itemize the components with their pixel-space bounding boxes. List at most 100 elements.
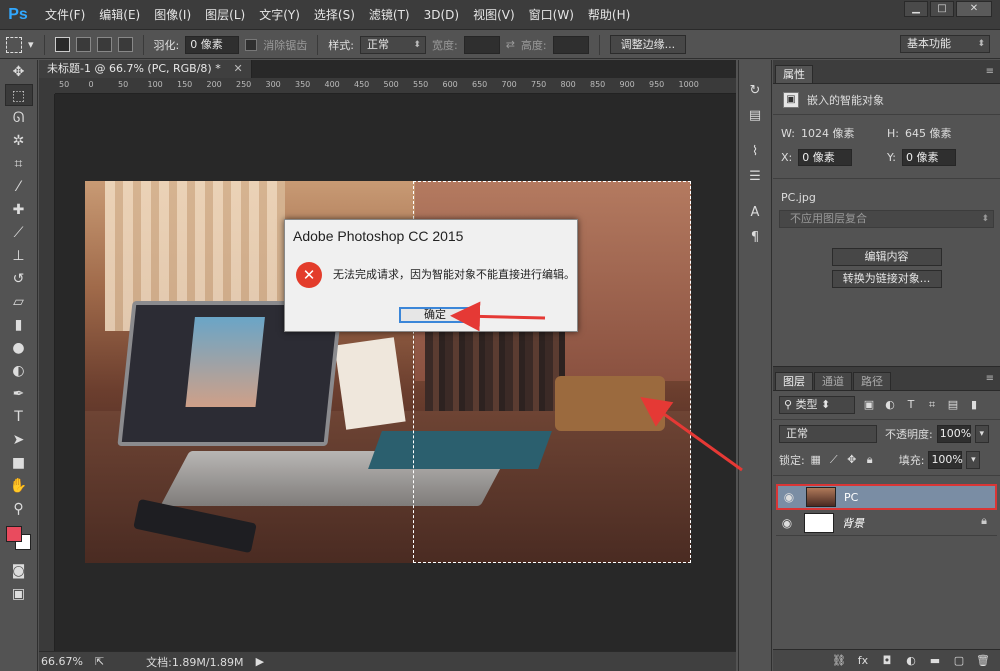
filter-smart-object-icon[interactable]: ▤ — [946, 398, 960, 412]
pen-tool-icon[interactable]: ✒ — [5, 383, 33, 405]
brushes-panel-icon[interactable]: ⌇ — [743, 141, 767, 163]
paragraph-panel-icon[interactable]: ¶ — [743, 227, 767, 249]
path-selection-tool-icon[interactable]: ➤ — [5, 429, 33, 451]
layer-comp-dropdown[interactable]: 不应用图层复合 — [779, 210, 994, 228]
dodge-tool-icon[interactable]: ◐ — [5, 360, 33, 382]
foreground-color-swatch[interactable] — [5, 526, 22, 542]
menu-3d[interactable]: 3D(D) — [417, 0, 466, 30]
minimize-icon[interactable]: ▁ — [904, 1, 928, 17]
healing-brush-tool-icon[interactable]: ✚ — [5, 199, 33, 221]
workspace-dropdown[interactable]: 基本功能 — [900, 35, 990, 53]
ok-button[interactable]: 确定 — [399, 307, 471, 323]
menu-filter[interactable]: 滤镜(T) — [362, 0, 417, 30]
width-input[interactable] — [463, 35, 500, 54]
delete-layer-icon[interactable]: 🗑︎ — [976, 654, 990, 668]
tab-layers[interactable]: 图层 — [775, 372, 813, 390]
blur-tool-icon[interactable]: ● — [5, 337, 33, 359]
filter-shape-icon[interactable]: ⌗ — [925, 398, 939, 412]
document-tab[interactable]: 未标题-1 @ 66.7% (PC, RGB/8) * ✕ — [39, 60, 252, 78]
export-icon[interactable]: ⇱ — [95, 655, 104, 668]
menu-edit[interactable]: 编辑(E) — [92, 0, 147, 30]
brush-tool-icon[interactable]: ⟋ — [5, 222, 33, 244]
menu-layer[interactable]: 图层(L) — [198, 0, 252, 30]
layer-row-pc[interactable]: ◉ PC — [776, 484, 997, 510]
history-panel-icon[interactable]: ↻ — [743, 80, 767, 102]
tab-properties[interactable]: 属性 — [775, 65, 813, 83]
quick-mask-icon[interactable]: ◙ — [5, 560, 33, 582]
panel-menu-icon[interactable]: ≡ — [986, 373, 994, 384]
visibility-eye-icon[interactable]: ◉ — [778, 490, 800, 504]
filter-kind-dropdown[interactable]: ⚲ 类型 ⬍ — [779, 396, 855, 414]
lock-pixels-icon[interactable]: ⟋ — [827, 453, 841, 467]
close-tab-icon[interactable]: ✕ — [234, 60, 243, 78]
fill-input[interactable]: 100% — [928, 451, 963, 469]
eraser-tool-icon[interactable]: ▱ — [5, 291, 33, 313]
zoom-level[interactable]: 66.67% — [41, 655, 83, 668]
blend-mode-dropdown[interactable]: 正常 — [779, 425, 877, 443]
visibility-eye-icon[interactable]: ◉ — [776, 516, 798, 530]
screen-mode-icon[interactable]: ▣ — [5, 583, 33, 605]
menu-type[interactable]: 文字(Y) — [252, 0, 307, 30]
menu-view[interactable]: 视图(V) — [466, 0, 522, 30]
fill-dropdown-icon[interactable]: ▾ — [966, 451, 981, 469]
subtract-selection-icon[interactable] — [96, 37, 112, 52]
add-mask-icon[interactable]: ◘ — [880, 654, 894, 668]
filter-toggle-icon[interactable]: ▮ — [967, 398, 981, 412]
add-selection-icon[interactable] — [75, 37, 91, 52]
opacity-dropdown-icon[interactable]: ▾ — [974, 425, 989, 443]
swap-icon[interactable]: ⇄ — [506, 38, 515, 51]
actions-panel-icon[interactable]: ▤ — [743, 105, 767, 127]
convert-to-linked-button[interactable]: 转换为链接对象... — [831, 270, 942, 288]
antialias-checkbox[interactable] — [245, 38, 258, 51]
height-input[interactable] — [552, 35, 589, 54]
new-selection-icon[interactable] — [54, 37, 70, 52]
menu-window[interactable]: 窗口(W) — [522, 0, 581, 30]
stamp-tool-icon[interactable]: ⊥ — [5, 245, 33, 267]
character-panel-icon[interactable]: A — [743, 202, 767, 224]
maximize-icon[interactable]: □ — [930, 1, 954, 17]
filter-type-icon[interactable]: T — [904, 398, 918, 412]
filter-pixel-icon[interactable]: ▣ — [862, 398, 876, 412]
hand-tool-icon[interactable]: ✋ — [5, 475, 33, 497]
refine-edge-button[interactable]: 调整边缘... — [609, 35, 687, 54]
menu-image[interactable]: 图像(I) — [147, 0, 198, 30]
edit-contents-button[interactable]: 编辑内容 — [831, 248, 942, 266]
layer-row-background[interactable]: ◉ 背景 🔒︎ — [776, 510, 997, 536]
shape-tool-icon[interactable]: ■ — [5, 452, 33, 474]
gradient-tool-icon[interactable]: ▮ — [5, 314, 33, 336]
x-input[interactable]: 0 像素 — [798, 149, 853, 166]
status-menu-icon[interactable]: ▶ — [256, 655, 264, 668]
history-brush-tool-icon[interactable]: ↺ — [5, 268, 33, 290]
opacity-input[interactable]: 100% — [936, 425, 971, 443]
link-layers-icon[interactable]: ⛓ — [832, 654, 846, 668]
new-group-icon[interactable]: ▬ — [928, 654, 942, 668]
zoom-tool-icon[interactable]: ⚲ — [5, 498, 33, 520]
lock-transparent-icon[interactable]: ▦ — [809, 453, 823, 467]
lasso-tool-icon[interactable]: ᘏ — [5, 107, 33, 129]
style-dropdown[interactable]: 正常 — [359, 35, 426, 54]
marquee-tool-icon[interactable]: ⬚ — [4, 84, 33, 106]
menu-file[interactable]: 文件(F) — [38, 0, 92, 30]
intersect-selection-icon[interactable] — [117, 37, 133, 52]
move-tool-icon[interactable]: ✥ — [5, 61, 33, 83]
tab-channels[interactable]: 通道 — [814, 372, 852, 390]
filter-adjustment-icon[interactable]: ◐ — [883, 398, 897, 412]
type-tool-icon[interactable]: T — [5, 406, 33, 428]
menu-select[interactable]: 选择(S) — [307, 0, 362, 30]
layer-style-icon[interactable]: fx — [856, 654, 870, 668]
new-layer-icon[interactable]: ▢ — [952, 654, 966, 668]
close-icon[interactable]: ✕ — [956, 1, 992, 17]
y-input[interactable]: 0 像素 — [901, 149, 956, 166]
preset-caret-icon[interactable]: ▾ — [28, 38, 34, 51]
adjustment-layer-icon[interactable]: ◐ — [904, 654, 918, 668]
lock-all-icon[interactable]: 🔒︎ — [863, 453, 877, 467]
lock-position-icon[interactable]: ✥ — [845, 453, 859, 467]
feather-input[interactable]: 0 像素 — [185, 35, 240, 54]
marquee-preset-icon[interactable] — [6, 36, 22, 53]
menu-help[interactable]: 帮助(H) — [581, 0, 637, 30]
adjustments-panel-icon[interactable]: ☰ — [743, 166, 767, 188]
magic-wand-tool-icon[interactable]: ✲ — [5, 130, 33, 152]
panel-menu-icon[interactable]: ≡ — [986, 66, 994, 77]
tab-paths[interactable]: 路径 — [853, 372, 891, 390]
crop-tool-icon[interactable]: ⌗ — [5, 153, 33, 175]
